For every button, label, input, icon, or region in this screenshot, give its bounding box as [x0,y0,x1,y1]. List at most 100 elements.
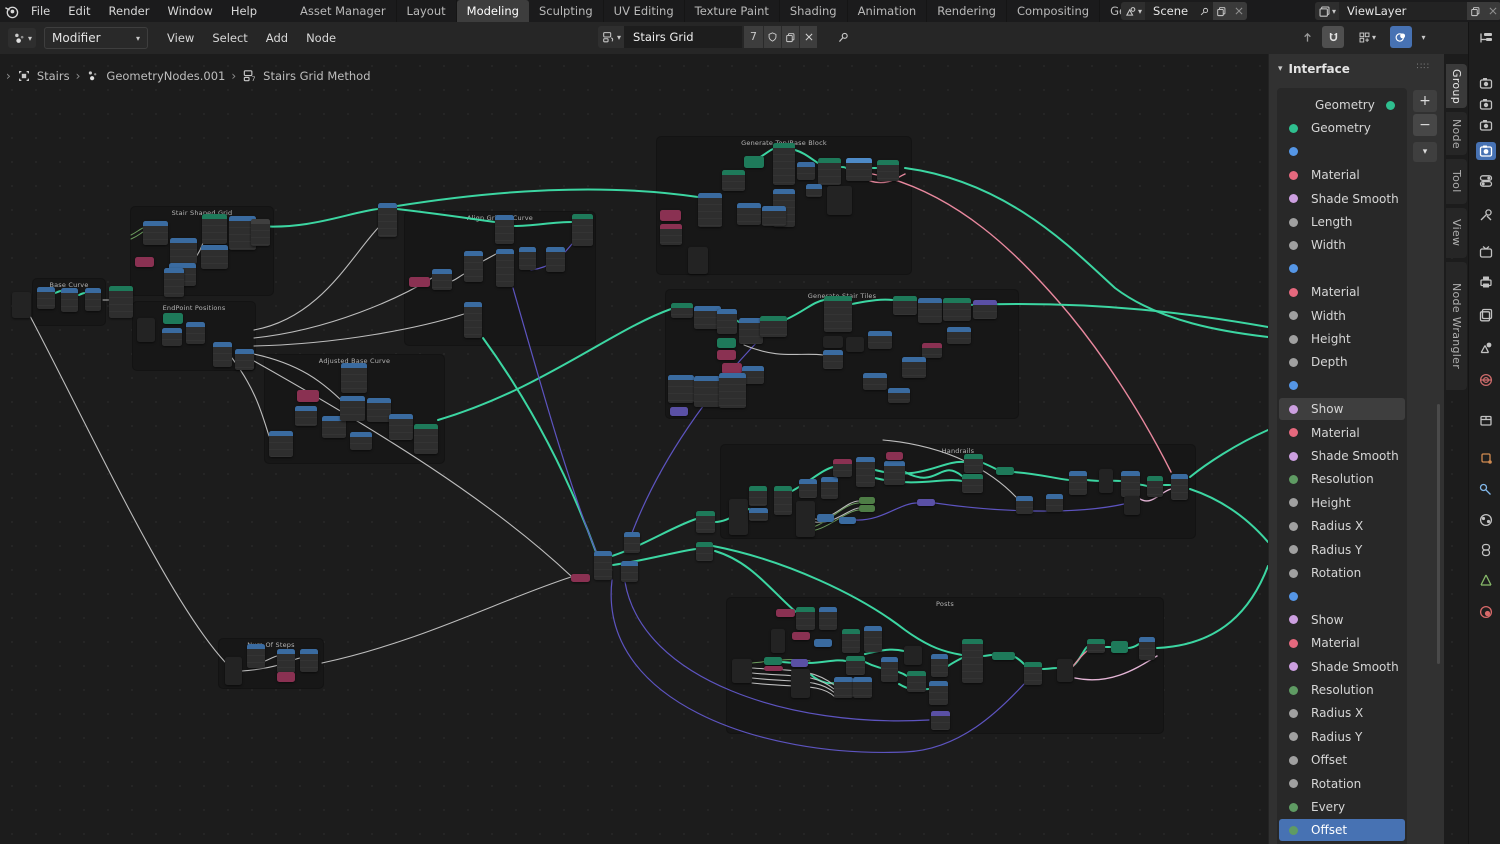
menu-file[interactable]: File [22,0,59,22]
node[interactable] [732,659,752,683]
region-tab-group[interactable]: Group [1446,64,1467,108]
node[interactable] [143,221,168,245]
node[interactable] [973,300,997,319]
node[interactable] [1024,662,1042,685]
node[interactable] [877,160,899,181]
node[interactable] [943,298,971,321]
blender-logo-icon[interactable] [0,0,22,22]
node[interactable] [749,508,768,521]
node[interactable] [269,431,293,457]
node[interactable] [519,247,536,270]
workspace-tab-animation[interactable]: Animation [848,0,928,22]
node[interactable] [859,497,875,504]
sidebar-row-resolution[interactable]: Resolution [1279,468,1405,490]
sidebar-row-radius-y[interactable]: Radius Y [1279,726,1405,748]
node[interactable] [295,406,317,426]
node[interactable] [1139,637,1155,660]
node[interactable] [621,561,638,582]
node[interactable] [737,203,761,225]
node[interactable] [868,331,892,349]
new-copy-button[interactable] [781,26,800,48]
unlink-close-button[interactable] [799,26,818,48]
interface-panel-header[interactable]: ▾ Interface [1277,62,1350,76]
node[interactable] [818,158,841,185]
editor-menu-node[interactable]: Node [297,27,345,49]
socket-options-dropdown[interactable]: ▾ [1413,142,1437,162]
node[interactable] [859,505,875,512]
node[interactable] [819,607,837,630]
node[interactable] [1087,639,1105,653]
scene-name[interactable]: Scene [1145,4,1196,18]
node[interactable] [776,609,795,617]
node[interactable] [340,396,365,421]
node[interactable] [247,644,265,668]
node[interactable] [698,193,722,227]
material-properties-icon[interactable] [1476,603,1496,621]
duplicate-icon[interactable] [1467,2,1484,20]
node[interactable] [771,629,785,653]
node[interactable] [792,632,810,640]
node[interactable] [61,288,78,312]
viewlayer-selector[interactable]: ▾ ViewLayer [1315,2,1500,20]
node[interactable] [688,247,708,274]
output-properties-icon[interactable] [1476,243,1496,261]
viewlayer-browse-icon[interactable]: ▾ [1315,2,1340,20]
node[interactable] [823,350,843,369]
sidebar-row-panel[interactable] [1279,258,1405,280]
sidebar-row-resolution[interactable]: Resolution [1279,679,1405,701]
users-count-button[interactable]: 7 [744,26,764,48]
snap-magnet-button[interactable] [1322,26,1344,48]
node[interactable] [1111,641,1128,653]
node[interactable] [671,303,693,318]
node[interactable] [1171,474,1188,500]
node[interactable] [762,206,786,226]
node[interactable] [833,459,852,477]
scene-selector[interactable]: ▾ Scene [1121,2,1248,20]
node[interactable] [806,184,822,197]
constraints-properties-icon[interactable] [1476,541,1496,559]
close-icon[interactable] [1230,2,1248,20]
sidebar-row-material[interactable]: Material [1279,632,1405,654]
node[interactable] [378,203,397,237]
editor-menu-select[interactable]: Select [203,27,256,49]
node[interactable] [797,162,815,180]
fake-user-shield-button[interactable] [763,26,782,48]
scene-browse-icon[interactable]: ▾ [1121,2,1146,20]
node[interactable] [696,542,713,561]
node[interactable] [1121,471,1140,497]
node[interactable] [186,322,205,344]
node[interactable] [774,486,792,515]
scene-properties-icon[interactable] [1476,339,1496,357]
menu-window[interactable]: Window [158,0,221,22]
node-group-browse-button[interactable]: ▾ [598,26,625,48]
node[interactable] [821,477,838,499]
scrollbar[interactable] [1437,404,1440,664]
node[interactable] [163,313,183,324]
node[interactable] [719,373,746,408]
node[interactable] [201,245,228,269]
properties-editor-type-icon[interactable] [1476,29,1496,47]
node[interactable] [350,432,372,450]
sidebar-row-shade-smooth[interactable]: Shade Smooth [1279,445,1405,467]
sidebar-row-panel[interactable] [1279,375,1405,397]
sidebar-row-offset[interactable]: Offset [1279,749,1405,771]
node[interactable] [929,681,948,705]
sidebar-row-panel[interactable] [1279,141,1405,163]
sidebar-row-every[interactable]: Every [1279,796,1405,818]
node-group-name-field[interactable]: Stairs Grid Method [624,26,743,66]
node[interactable] [496,249,514,287]
sidebar-row-material[interactable]: Material [1279,164,1405,186]
node[interactable] [893,296,917,315]
tool-icon[interactable] [1476,206,1496,224]
sidebar-row-panel[interactable] [1279,585,1405,607]
node[interactable] [931,654,948,677]
node[interactable] [864,626,882,652]
node[interactable] [85,288,101,311]
node[interactable] [37,287,55,309]
sidebar-row-height[interactable]: Height [1279,492,1405,514]
node[interactable] [796,607,815,630]
node[interactable] [886,452,903,460]
node[interactable] [341,363,367,393]
world-properties-icon[interactable] [1476,371,1496,389]
sidebar-row-radius-x[interactable]: Radius X [1279,702,1405,724]
